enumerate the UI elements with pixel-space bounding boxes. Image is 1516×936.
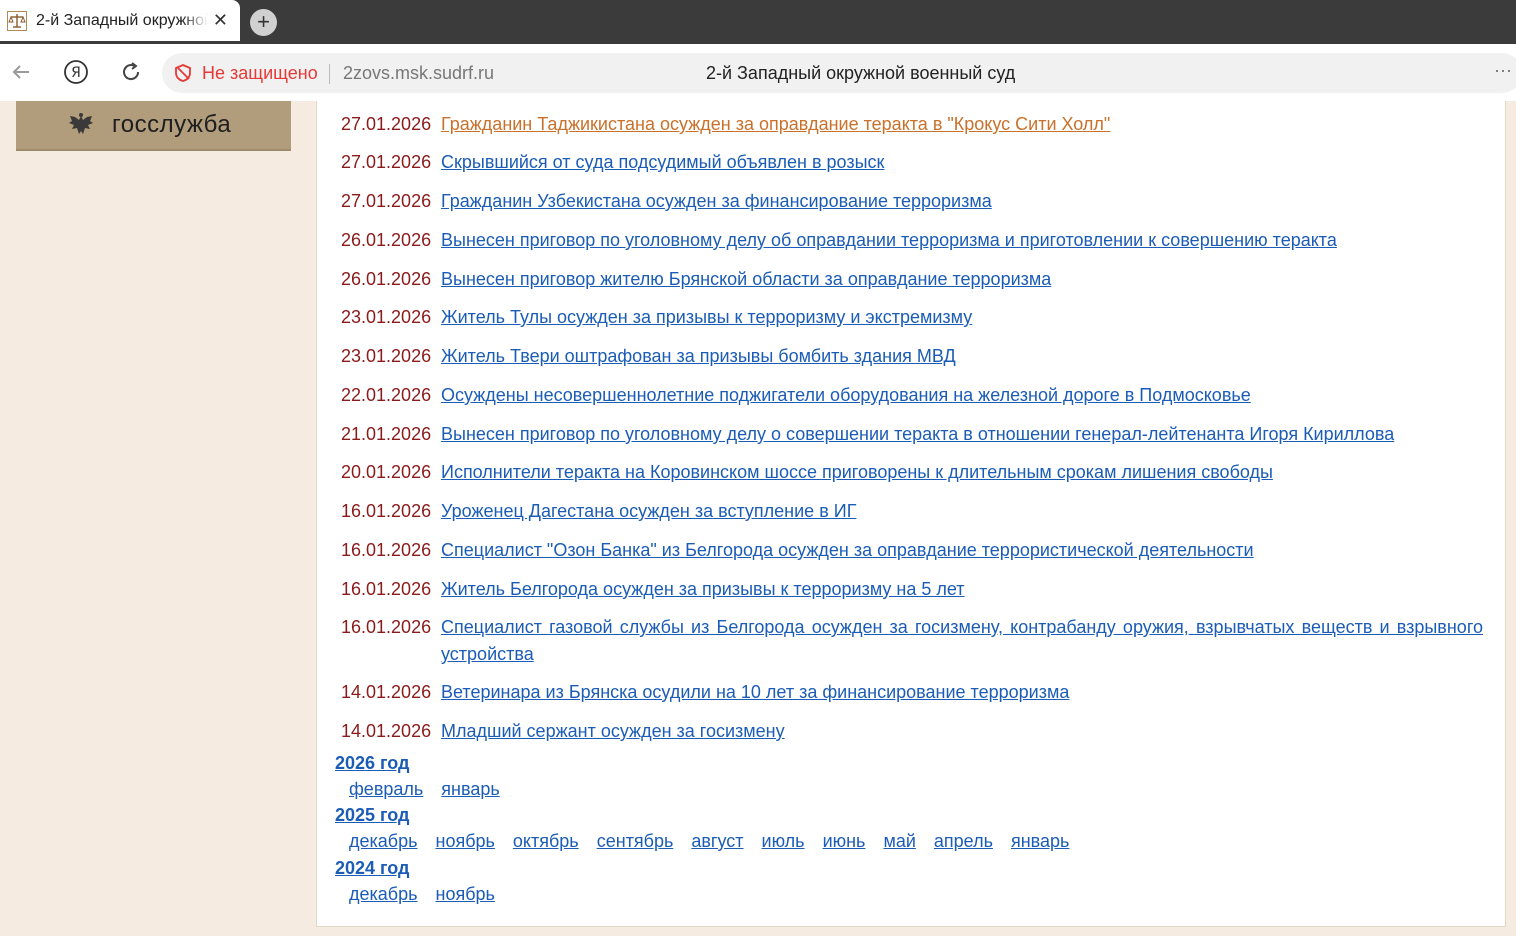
archive-month-link[interactable]: апрель [934,831,993,852]
news-date: 16.01.2026 [341,579,432,599]
double-headed-eagle-icon [66,110,96,140]
url-text[interactable]: 2zovs.msk.sudrf.ru [343,63,494,84]
reload-icon[interactable] [118,59,144,85]
new-tab-button[interactable]: + [250,9,277,36]
news-date: 23.01.2026 [341,307,432,327]
more-icon[interactable]: ⋯ [1494,61,1512,82]
news-date: 16.01.2026 [341,540,432,560]
news-link[interactable]: Специалист газовой службы из Белгорода о… [441,614,1483,668]
scales-favicon-icon [6,10,28,32]
news-date: 14.01.2026 [341,721,432,741]
news-item: 20.01.2026 Исполнители теракта на Корови… [341,459,1273,486]
archive-year-2024[interactable]: 2024 год [335,858,410,879]
archive-months-2026: февраль январь [349,779,518,800]
page-title: 2-й Западный окружной военный суд [706,63,1016,83]
news-date: 26.01.2026 [341,269,432,289]
archive-month-link[interactable]: октябрь [513,831,579,852]
archive-year-2026[interactable]: 2026 год [335,753,410,774]
archive-month-link[interactable]: май [883,831,915,852]
news-link[interactable]: Житель Твери оштрафован за призывы бомби… [441,343,956,370]
archive-year-2025[interactable]: 2025 год [335,805,410,826]
news-date: 16.01.2026 [341,617,432,637]
security-status[interactable]: Не защищено [202,63,318,84]
archive-month-link[interactable]: ноябрь [436,831,495,852]
archive-month-link[interactable]: июнь [823,831,866,852]
news-item: 26.01.2026 Вынесен приговор жителю Брянс… [341,266,1051,293]
news-item: 22.01.2026 Осуждены несовершеннолетние п… [341,382,1251,409]
news-link[interactable]: Осуждены несовершеннолетние поджигатели … [441,382,1251,409]
news-date: 20.01.2026 [341,462,432,482]
news-date: 14.01.2026 [341,682,432,702]
news-link[interactable]: Вынесен приговор по уголовному делу об о… [441,227,1337,254]
archive-month-link[interactable]: февраль [349,779,423,800]
news-link[interactable]: Житель Белгорода осужден за призывы к те… [441,576,965,603]
svg-text:Я: Я [71,65,81,81]
news-item: 23.01.2026 Житель Тулы осужден за призыв… [341,304,972,331]
archive-months-2024: декабрь ноябрь [349,884,513,905]
gossluzhba-banner[interactable]: госслужба [16,101,291,151]
archive-month-link[interactable]: январь [1011,831,1069,852]
browser-toolbar: Я Не защищено 2zovs.msk.sudrf.ru 2-й Зап… [0,44,1516,101]
news-date: 16.01.2026 [341,501,432,521]
news-date: 26.01.2026 [341,230,432,250]
archive-month-link[interactable]: январь [441,779,499,800]
news-item: 27.01.2026 Скрывшийся от суда подсудимый… [341,149,884,176]
insecure-shield-icon[interactable] [174,64,192,82]
archive-months-2025: декабрь ноябрь октябрь сентябрь август и… [349,831,1087,852]
archive-month-link[interactable]: июль [762,831,805,852]
tab-close-icon[interactable]: ✕ [213,10,228,30]
back-arrow-icon[interactable] [8,59,34,85]
news-item: 14.01.2026 Ветеринара из Брянска осудили… [341,679,1069,706]
news-date: 27.01.2026 [341,152,432,172]
news-item: 21.01.2026 Вынесен приговор по уголовном… [341,421,1394,448]
news-link[interactable]: Ветеринара из Брянска осудили на 10 лет … [441,679,1069,706]
archive-month-link[interactable]: сентябрь [597,831,674,852]
news-link[interactable]: Исполнители теракта на Коровинском шоссе… [441,459,1273,486]
browser-tab[interactable]: 2-й Западный окружной военный суд ✕ [0,0,240,41]
url-divider [329,64,330,84]
news-item: 16.01.2026 Специалист газовой службы из … [341,614,1483,668]
address-bar[interactable]: Не защищено 2zovs.msk.sudrf.ru 2-й Запад… [162,53,1516,93]
archive-month-link[interactable]: ноябрь [436,884,495,905]
news-date: 21.01.2026 [341,424,432,444]
news-link[interactable]: Гражданин Таджикистана осужден за оправд… [441,111,1110,138]
yandex-logo-icon[interactable]: Я [63,59,89,85]
news-link[interactable]: Младший сержант осужден за госизмену [441,718,785,745]
archive-month-link[interactable]: декабрь [349,884,418,905]
news-link[interactable]: Вынесен приговор по уголовному делу о со… [441,421,1394,448]
news-link[interactable]: Житель Тулы осужден за призывы к террори… [441,304,972,331]
news-item: 14.01.2026 Младший сержант осужден за го… [341,718,785,745]
news-item: 23.01.2026 Житель Твери оштрафован за пр… [341,343,956,370]
news-link[interactable]: Уроженец Дагестана осужден за вступление… [441,498,856,525]
news-link[interactable]: Специалист "Озон Банка" из Белгорода осу… [441,537,1254,564]
news-panel: 27.01.2026 Гражданин Таджикистана осужде… [316,101,1506,927]
news-item: 27.01.2026 Гражданин Узбекистана осужден… [341,188,992,215]
news-link[interactable]: Скрывшийся от суда подсудимый объявлен в… [441,149,884,176]
banner-label: госслужба [112,111,232,138]
news-item: 16.01.2026 Житель Белгорода осужден за п… [341,576,965,603]
news-date: 27.01.2026 [341,114,432,134]
news-link[interactable]: Вынесен приговор жителю Брянской области… [441,266,1051,293]
news-link[interactable]: Гражданин Узбекистана осужден за финанси… [441,188,992,215]
news-date: 22.01.2026 [341,385,432,405]
news-item: 27.01.2026 Гражданин Таджикистана осужде… [341,111,1110,138]
archive-month-link[interactable]: декабрь [349,831,418,852]
news-item: 16.01.2026 Уроженец Дагестана осужден за… [341,498,856,525]
browser-tab-strip: 2-й Западный окружной военный суд ✕ + [0,0,1516,44]
news-date: 27.01.2026 [341,191,432,211]
news-date: 23.01.2026 [341,346,432,366]
archive-month-link[interactable]: август [691,831,743,852]
tab-title: 2-й Западный окружной военный суд [36,11,208,29]
news-item: 26.01.2026 Вынесен приговор по уголовном… [341,227,1337,254]
news-item: 16.01.2026 Специалист "Озон Банка" из Бе… [341,537,1254,564]
